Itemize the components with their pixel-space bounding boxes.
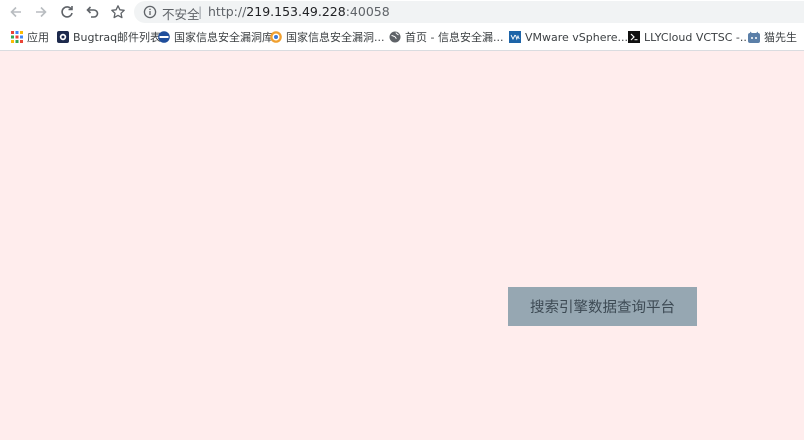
bookmark-label: 国家信息安全漏洞... (286, 31, 385, 44)
bookmark-label: VMware vSphere... (525, 30, 629, 44)
cat-favicon (748, 31, 760, 43)
bookmark-cnnvd[interactable]: 国家信息安全漏洞库 (158, 29, 273, 45)
apps-grid-icon (11, 31, 23, 43)
globe-icon (389, 31, 401, 43)
bookmark-bugtraq[interactable]: Bugtraq邮件列表 (57, 29, 161, 45)
reload-icon (61, 6, 73, 18)
bookmarks-bar: 应用 Bugtraq邮件列表 国家信息安全漏洞库 国家信息安全漏洞... 首页 … (0, 26, 804, 48)
page-content: 搜索引擎数据查询平台 (0, 51, 804, 440)
llycloud-favicon (628, 31, 640, 43)
bookmark-label: Bugtraq邮件列表 (73, 31, 162, 44)
url-scheme: http:// (208, 4, 247, 19)
bookmark-label: 猫先生 (764, 31, 797, 44)
bookmark-star-button[interactable] (109, 3, 127, 21)
address-bar[interactable]: 不安全 | http://219.153.49.228:40058 (134, 1, 804, 23)
info-icon[interactable] (143, 5, 157, 19)
arrow-right-icon (36, 6, 47, 18)
cnnvd-favicon (270, 31, 282, 43)
address-separator: | (198, 4, 203, 19)
url-port: :40058 (345, 4, 390, 19)
bookmark-label: 应用 (27, 31, 49, 44)
browser-toolbar: 不安全 | http://219.153.49.228:40058 (0, 0, 804, 24)
forward-button[interactable] (32, 3, 50, 21)
bookmark-homepage[interactable]: 首页 - 信息安全漏... (389, 29, 503, 45)
bookmark-cnnvd-2[interactable]: 国家信息安全漏洞... (270, 29, 385, 45)
back-button[interactable] (7, 3, 25, 21)
bugtraq-favicon (57, 31, 69, 43)
arrow-left-icon (10, 6, 21, 18)
bookmark-label: 国家信息安全漏洞库 (174, 31, 273, 44)
bookmark-label: LLYCloud VCTSC -... (644, 30, 751, 44)
search-engine-platform-button[interactable]: 搜索引擎数据查询平台 (508, 287, 697, 326)
bookmark-vmware[interactable]: VMware vSphere... (509, 29, 628, 45)
star-icon (111, 5, 125, 19)
url-text[interactable]: http://219.153.49.228:40058 (208, 4, 390, 19)
bookmark-label: 首页 - 信息安全漏... (405, 31, 504, 44)
browser-chrome: 不安全 | http://219.153.49.228:40058 应用 Bug… (0, 0, 804, 50)
url-host: 219.153.49.228 (246, 4, 346, 19)
cnnvd-favicon (158, 31, 170, 43)
undo-button[interactable] (83, 3, 101, 21)
bookmark-cat[interactable]: 猫先生 (748, 29, 797, 45)
bookmark-apps[interactable]: 应用 (11, 29, 49, 45)
reload-button[interactable] (58, 3, 76, 21)
security-status-label[interactable]: 不安全 (162, 4, 200, 23)
bookmark-llycloud[interactable]: LLYCloud VCTSC -... (628, 29, 750, 45)
vmware-favicon (509, 31, 521, 43)
undo-icon (86, 6, 99, 18)
